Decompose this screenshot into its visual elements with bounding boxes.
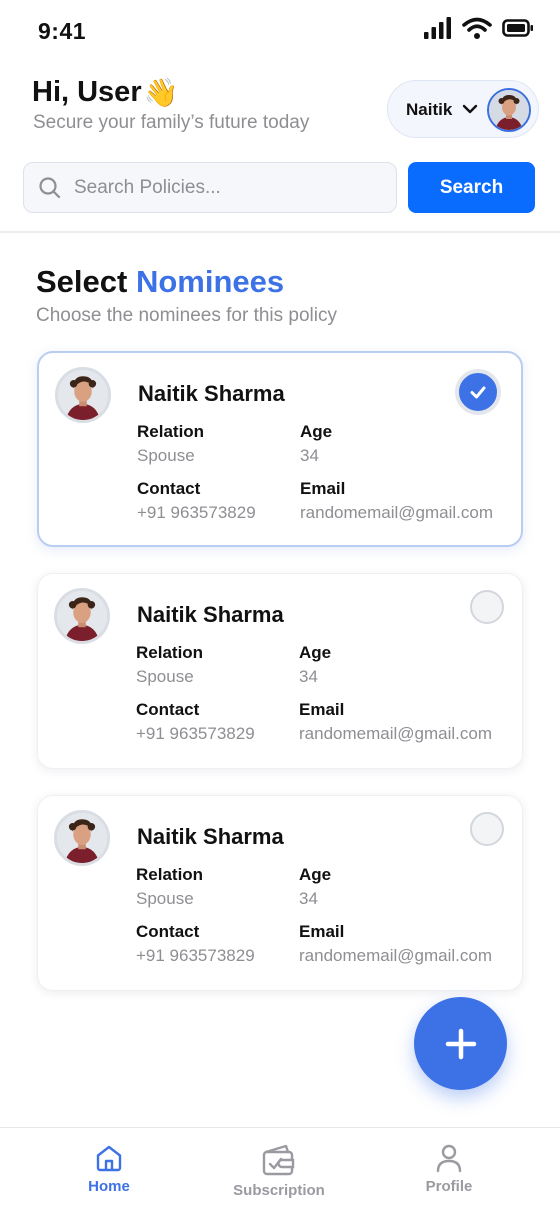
page-title: Select Nominees [36, 264, 284, 300]
email-value: randomemail@gmail.com [300, 503, 493, 522]
signal-icon [424, 17, 451, 39]
waving-hand-icon: 👋 [143, 77, 179, 108]
contact-value: +91 963573829 [136, 724, 255, 743]
battery-icon [502, 19, 533, 37]
greeting-text: Hi, User [32, 76, 142, 108]
age-value: 34 [300, 446, 319, 465]
nav-item-subscription[interactable]: Subscription [224, 1128, 334, 1220]
email-label: Email [299, 700, 345, 719]
page-title-prefix: Select [36, 264, 128, 299]
email-label: Email [299, 922, 345, 941]
nominee-avatar [54, 810, 110, 866]
add-nominee-button[interactable] [414, 997, 507, 1090]
nominee-avatar [54, 588, 110, 644]
check-icon [470, 386, 486, 399]
contact-label: Contact [137, 479, 201, 498]
nav-item-profile[interactable]: Profile [408, 1128, 490, 1220]
email-label: Email [300, 479, 346, 498]
relation-value: Spouse [136, 889, 194, 908]
contact-label: Contact [136, 922, 200, 941]
nominee-name: Naitik Sharma [137, 602, 284, 627]
page-subtitle: Choose the nominees for this policy [36, 305, 337, 326]
email-value: randomemail@gmail.com [299, 724, 492, 743]
age-value: 34 [299, 667, 318, 686]
nominee-select-checkbox[interactable] [470, 590, 504, 624]
age-value: 34 [299, 889, 318, 908]
nominee-card[interactable]: Naitik Sharma Relation Spouse Age 34 Con… [37, 351, 523, 547]
home-icon [96, 1145, 122, 1172]
nav-label-home: Home [88, 1178, 130, 1195]
bottom-nav: Home Subscription Profile [0, 1127, 560, 1220]
nav-label-profile: Profile [425, 1178, 473, 1195]
age-label: Age [299, 865, 332, 884]
nav-label-subscription: Subscription [233, 1182, 325, 1199]
chevron-down-icon [462, 104, 478, 114]
search-input[interactable] [74, 163, 384, 212]
header-divider [0, 231, 560, 233]
search-icon [39, 177, 61, 199]
wifi-icon [462, 17, 492, 39]
header-subtitle: Secure your family’s future today [33, 112, 310, 133]
status-icons [424, 17, 534, 39]
nav-item-home[interactable]: Home [68, 1128, 150, 1220]
avatar [487, 88, 531, 132]
nominee-select-checkbox[interactable] [470, 812, 504, 846]
contact-label: Contact [136, 700, 200, 719]
age-label: Age [300, 422, 333, 441]
nominee-avatar [55, 367, 111, 423]
contact-value: +91 963573829 [137, 503, 256, 522]
greeting: Hi, User 👋 [32, 76, 178, 109]
header: Hi, User 👋 Secure your family’s future t… [0, 62, 560, 232]
nominee-card[interactable]: Naitik Sharma Relation Spouse Age 34 Con… [37, 573, 523, 769]
nominee-select-checkbox[interactable] [455, 369, 501, 415]
nominee-card[interactable]: Naitik Sharma Relation Spouse Age 34 Con… [37, 795, 523, 991]
age-label: Age [299, 643, 332, 662]
email-value: randomemail@gmail.com [299, 946, 492, 965]
page-title-accent: Nominees [135, 264, 285, 299]
user-switcher-name: Naitik [406, 100, 453, 119]
relation-label: Relation [136, 865, 204, 884]
wallet-icon [262, 1144, 295, 1176]
status-time: 9:41 [38, 18, 87, 44]
relation-label: Relation [136, 643, 204, 662]
relation-value: Spouse [137, 446, 195, 465]
search-box [23, 162, 397, 213]
person-icon [436, 1144, 462, 1173]
contact-value: +91 963573829 [136, 946, 255, 965]
search-button[interactable]: Search [408, 162, 535, 213]
plus-icon [445, 1028, 476, 1059]
nominee-name: Naitik Sharma [138, 381, 285, 406]
nominee-name: Naitik Sharma [137, 824, 284, 849]
user-switcher[interactable]: Naitik [387, 80, 539, 138]
status-bar: 9:41 [0, 0, 560, 62]
relation-value: Spouse [136, 667, 194, 686]
relation-label: Relation [137, 422, 205, 441]
